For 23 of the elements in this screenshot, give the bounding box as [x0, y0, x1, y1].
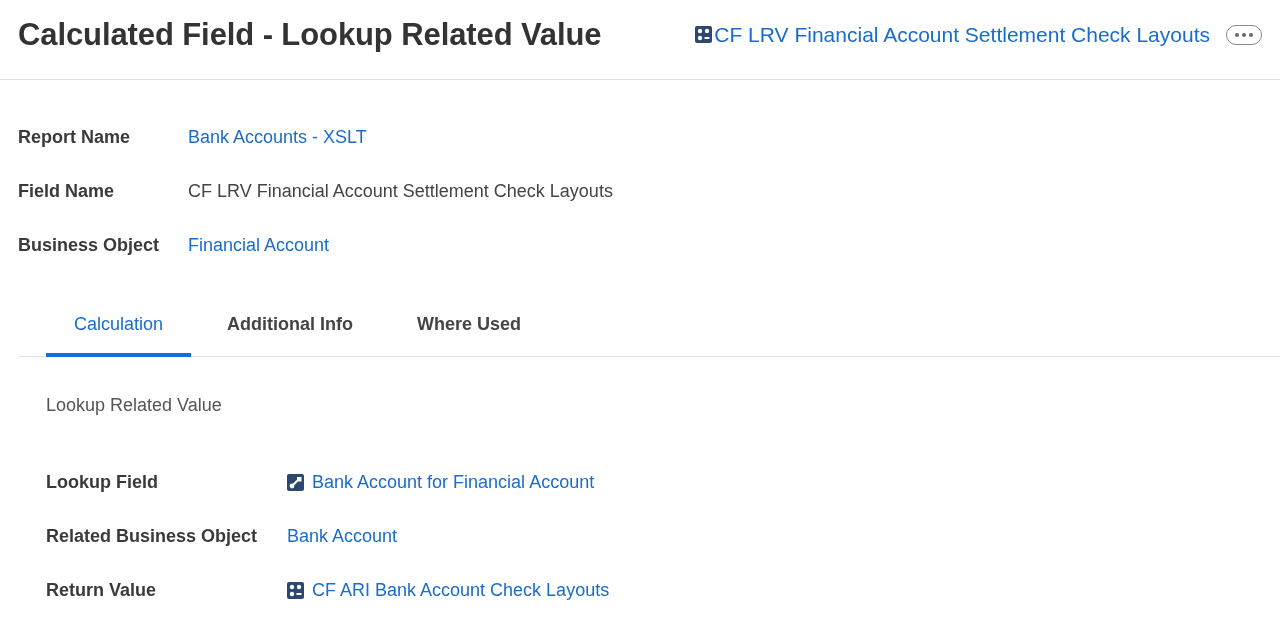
field-label: Lookup Field: [46, 472, 158, 493]
section-heading: Lookup Related Value: [46, 394, 222, 416]
field-label: Return Value: [46, 580, 157, 601]
more-actions-button[interactable]: [1226, 24, 1262, 45]
value-link[interactable]: CF ARI Bank Account Check Layouts: [287, 580, 610, 601]
field-label: Business Object: [18, 234, 160, 256]
tab[interactable]: Where Used: [389, 298, 550, 357]
value-link[interactable]: Bank Account for Financial Account: [287, 472, 595, 493]
ellipsis-icon: [1235, 32, 1253, 37]
field-label: Report Name: [18, 126, 131, 148]
calculator-tile-icon: [695, 26, 713, 43]
link-tile-icon: [287, 474, 304, 491]
page-title: Calculated Field - Lookup Related Value: [18, 16, 602, 53]
value-link[interactable]: Financial Account: [188, 234, 330, 256]
value-link[interactable]: Bank Account: [287, 526, 398, 547]
calculator-tile-icon: [287, 582, 304, 599]
value-link[interactable]: CF LRV Financial Account Settlement Check Layouts: [695, 22, 1210, 47]
tab[interactable]: Calculation: [46, 298, 192, 357]
field-value: CF LRV Financial Account Settlement Check Layouts: [188, 180, 613, 202]
field-label: Field Name: [18, 180, 115, 202]
field-label: Related Business Object: [46, 526, 258, 547]
tab[interactable]: Additional Info: [199, 298, 382, 357]
value-link[interactable]: Bank Accounts - XSLT: [188, 126, 367, 148]
